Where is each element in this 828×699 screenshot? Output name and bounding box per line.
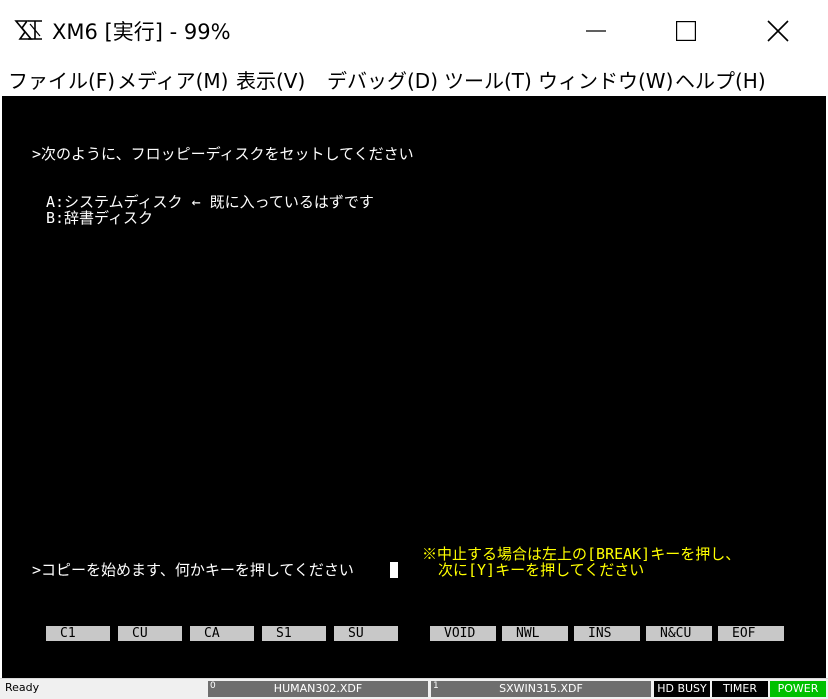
function-key-3[interactable]: CA — [190, 626, 254, 641]
function-key-6[interactable]: VOID — [430, 626, 496, 641]
menu-file[interactable]: ファイル(F) — [8, 65, 115, 94]
window-title: XM6 [実行] - 99% — [52, 20, 231, 44]
maximize-icon — [676, 21, 696, 41]
copy-prompt: >コピーを始めます、何かキーを押してください — [32, 561, 354, 579]
drive-1-filename: SXWIN315.XDF — [499, 682, 583, 695]
drive-1-indicator[interactable]: 1 SXWIN315.XDF — [431, 681, 651, 697]
xm6-logo-icon — [14, 20, 42, 40]
emulator-screen[interactable]: >次のように、フロッピーディスクをセットしてください A:システムディスク ← … — [2, 96, 826, 678]
minimize-icon — [586, 30, 606, 32]
drive-0-filename: HUMAN302.XDF — [273, 682, 363, 695]
menu-tools[interactable]: ツール(T) — [444, 65, 532, 94]
close-button[interactable] — [747, 0, 809, 62]
drive-1-number: 1 — [433, 681, 439, 691]
copy-instruction: >次のように、フロッピーディスクをセットしてください — [32, 145, 414, 163]
menu-media[interactable]: メディア(M) — [117, 65, 228, 94]
drive-0-number: 0 — [210, 681, 216, 691]
maximize-button[interactable] — [655, 0, 717, 62]
function-key-8[interactable]: INS — [574, 626, 640, 641]
power-indicator: POWER — [770, 681, 826, 697]
status-bar: Ready 0 HUMAN302.XDF 1 SXWIN315.XDF HD B… — [0, 678, 828, 699]
disk-a-line: A:システムディスク ← 既に入っているはずです — [46, 193, 374, 211]
function-key-4[interactable]: S1 — [262, 626, 326, 641]
menu-window[interactable]: ウィンドウ(W) — [538, 65, 673, 94]
minimize-button[interactable] — [565, 0, 627, 62]
function-key-2[interactable]: CU — [118, 626, 182, 641]
text-cursor — [390, 562, 398, 578]
function-key-1[interactable]: C1 — [46, 626, 110, 641]
menu-bar: ファイル(F) メディア(M) 表示(V) デバッグ(D) ツール(T) ウィン… — [0, 62, 828, 96]
break-notice-line1: ※中止する場合は左上の[BREAK]キーを押し、 — [422, 545, 741, 563]
menu-help[interactable]: ヘルプ(H) — [675, 65, 766, 94]
title-bar: XM6 [実行] - 99% — [0, 0, 828, 62]
close-icon — [767, 20, 789, 42]
function-key-9[interactable]: N&CU — [646, 626, 712, 641]
hd-busy-indicator: HD BUSY — [654, 681, 710, 697]
function-key-10[interactable]: EOF — [718, 626, 784, 641]
function-key-7[interactable]: NWL — [502, 626, 568, 641]
menu-view[interactable]: 表示(V) — [236, 65, 305, 94]
status-text: Ready — [5, 681, 40, 694]
disk-b-line: B:辞書ディスク — [46, 209, 154, 227]
break-notice-line2: 次に[Y]キーを押してください — [438, 561, 645, 579]
function-key-5[interactable]: SU — [334, 626, 398, 641]
timer-indicator: TIMER — [712, 681, 768, 697]
menu-debug[interactable]: デバッグ(D) — [327, 65, 438, 94]
drive-0-indicator[interactable]: 0 HUMAN302.XDF — [208, 681, 428, 697]
